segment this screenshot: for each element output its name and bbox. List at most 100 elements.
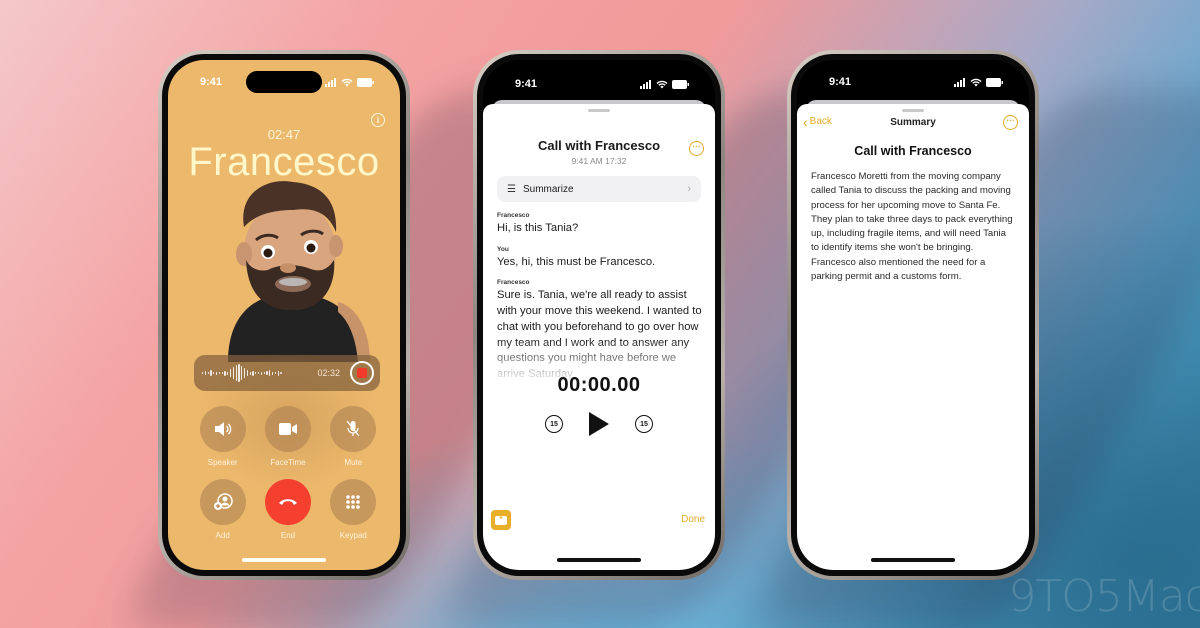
sheet-grabber[interactable] bbox=[588, 109, 610, 112]
done-button[interactable]: Done bbox=[681, 514, 705, 525]
waveform-bar bbox=[241, 366, 243, 380]
info-icon[interactable]: i bbox=[371, 113, 385, 127]
audio-waveform bbox=[202, 363, 302, 383]
transcript-screen: 9:41 Call with Francesco 9:41 AM 17:32 ·… bbox=[483, 60, 715, 570]
waveform-bar bbox=[229, 369, 232, 377]
waveform-bar bbox=[232, 367, 235, 379]
summarize-button[interactable]: ☰ Summarize › bbox=[497, 176, 701, 202]
microphone-slash-icon bbox=[330, 406, 377, 452]
stop-icon bbox=[357, 368, 367, 378]
status-bar: 9:41 bbox=[797, 74, 1029, 90]
more-options-icon[interactable]: ··· bbox=[1003, 115, 1018, 130]
waveform-bar bbox=[207, 372, 209, 374]
phone-bezel: 9:41 i 02:47 Francesco 02:32 Speaker Fac… bbox=[162, 54, 406, 576]
skip-back-15-button[interactable]: 15 bbox=[545, 415, 563, 433]
home-indicator[interactable] bbox=[242, 558, 326, 562]
play-button[interactable] bbox=[589, 412, 609, 436]
call-screen: 9:41 i 02:47 Francesco 02:32 Speaker Fac… bbox=[168, 60, 400, 570]
waveform-bar bbox=[280, 372, 282, 374]
waveform-bar bbox=[224, 370, 226, 376]
mute-button[interactable]: Mute bbox=[321, 406, 386, 467]
phone-bezel: 9:41 ‹ Back Summary ··· Call with France… bbox=[791, 54, 1035, 576]
home-indicator[interactable] bbox=[557, 558, 641, 562]
waveform-bar bbox=[210, 370, 212, 376]
summary-sheet: ‹ Back Summary ··· Call with Francesco F… bbox=[797, 104, 1029, 570]
speaker-name: You bbox=[497, 245, 509, 253]
waveform-bar bbox=[243, 368, 246, 378]
skip-forward-15-button[interactable]: 15 bbox=[635, 415, 653, 433]
transcript-subtitle: 9:41 AM 17:32 bbox=[571, 156, 627, 166]
playback-controls: 15 15 bbox=[483, 412, 715, 436]
video-camera-icon bbox=[264, 406, 311, 452]
waveform-bar bbox=[263, 372, 265, 374]
keypad-icon bbox=[330, 479, 377, 525]
call-controls: Speaker FaceTime Mute Add End Keypad bbox=[190, 406, 386, 540]
dynamic-island bbox=[246, 71, 322, 93]
waveform-bar bbox=[266, 371, 268, 375]
status-bar: 9:41 bbox=[483, 76, 715, 92]
status-time: 9:41 bbox=[200, 76, 223, 88]
phone-bezel: 9:41 Call with Francesco 9:41 AM 17:32 ·… bbox=[477, 54, 721, 576]
quote-bubble-icon: ❞ bbox=[495, 515, 507, 525]
status-icons bbox=[325, 77, 374, 87]
add-label: Add bbox=[215, 531, 230, 540]
battery-icon bbox=[986, 77, 1003, 87]
wifi-icon bbox=[341, 78, 353, 86]
waveform-bar bbox=[227, 371, 229, 375]
waveform-bar bbox=[204, 371, 207, 375]
signal-icon bbox=[954, 77, 965, 87]
waveform-bar bbox=[271, 371, 274, 375]
waveform-bar bbox=[215, 371, 218, 375]
phone-summary-screen: 9:41 ‹ Back Summary ··· Call with France… bbox=[787, 50, 1039, 580]
signal-icon bbox=[325, 77, 336, 87]
status-time: 9:41 bbox=[515, 78, 538, 90]
waveform-bar bbox=[218, 372, 221, 374]
more-options-icon[interactable]: ··· bbox=[689, 141, 704, 156]
phone-call-screen: 9:41 i 02:47 Francesco 02:32 Speaker Fac… bbox=[158, 50, 410, 580]
home-indicator[interactable] bbox=[871, 558, 955, 562]
end-label: End bbox=[280, 531, 296, 540]
keypad-button[interactable]: Keypad bbox=[321, 479, 386, 540]
speaker-name: Francesco bbox=[497, 212, 530, 219]
facetime-label: FaceTime bbox=[270, 458, 306, 467]
stop-recording-button[interactable] bbox=[350, 361, 374, 385]
facetime-button[interactable]: FaceTime bbox=[255, 406, 320, 467]
speaker-name: Francesco bbox=[497, 279, 530, 287]
recording-elapsed: 02:32 bbox=[317, 368, 340, 378]
end-call-button[interactable]: End bbox=[255, 479, 320, 540]
status-icons bbox=[954, 77, 1003, 87]
utterance-text: Hi, is this Tania? bbox=[497, 222, 579, 234]
status-icons bbox=[640, 79, 689, 89]
chevron-right-icon: › bbox=[687, 183, 691, 195]
speaker-label: Speaker bbox=[207, 458, 238, 467]
call-recording-bar: 02:32 bbox=[194, 355, 380, 391]
nav-title: Summary bbox=[890, 117, 936, 128]
waveform-bar bbox=[260, 371, 263, 375]
summary-body: Francesco Moretti from the moving compan… bbox=[811, 171, 1013, 283]
speaker-button[interactable]: Speaker bbox=[190, 406, 255, 467]
waveform-bar bbox=[246, 370, 249, 376]
transcript-sheet: Call with Francesco 9:41 AM 17:32 ··· ☰ … bbox=[483, 104, 715, 570]
waveform-bar bbox=[235, 365, 237, 381]
quote-bubble-button[interactable]: ❞ bbox=[491, 510, 511, 530]
summarize-icon: ☰ bbox=[507, 183, 516, 195]
signal-icon bbox=[640, 79, 651, 89]
waveform-bar bbox=[277, 370, 279, 376]
waveform-bar bbox=[202, 372, 204, 374]
waveform-bar bbox=[221, 372, 223, 374]
waveform-bar bbox=[252, 370, 254, 376]
summarize-label: Summarize bbox=[522, 183, 574, 195]
transcript-turn: You Yes, hi, this must be Francesco. bbox=[497, 246, 703, 271]
sheet-grabber[interactable] bbox=[902, 109, 924, 112]
waveform-bar bbox=[257, 372, 260, 374]
transcript-title: Call with Francesco bbox=[537, 138, 661, 153]
battery-icon bbox=[357, 77, 374, 87]
battery-icon bbox=[672, 79, 689, 89]
waveform-bar bbox=[213, 372, 215, 374]
summary-screen: 9:41 ‹ Back Summary ··· Call with France… bbox=[797, 60, 1029, 570]
wifi-icon bbox=[970, 78, 982, 86]
phone-transcript-screen: 9:41 Call with Francesco 9:41 AM 17:32 ·… bbox=[473, 50, 725, 580]
transcript-turn: Francesco Hi, is this Tania? bbox=[497, 212, 703, 237]
add-call-button[interactable]: Add bbox=[190, 479, 255, 540]
keypad-label: Keypad bbox=[339, 531, 367, 540]
